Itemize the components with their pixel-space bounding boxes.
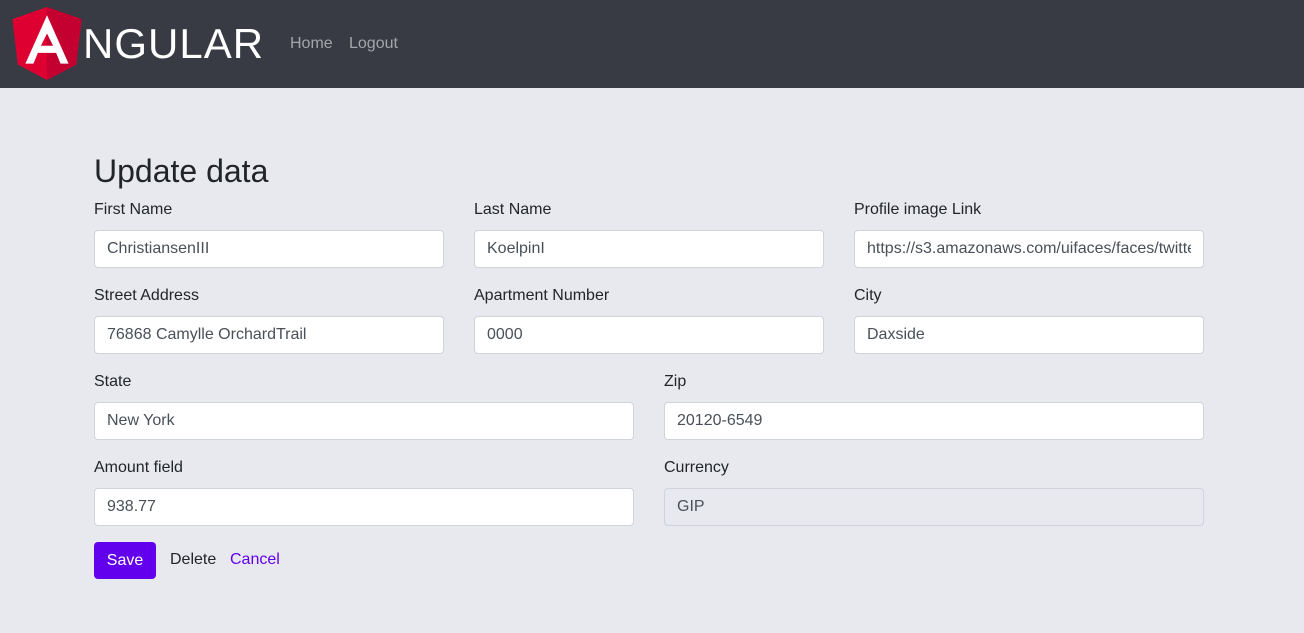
- nav-logout-link[interactable]: Logout: [349, 34, 398, 54]
- delete-button[interactable]: Delete: [170, 550, 216, 570]
- first-name-input[interactable]: [94, 230, 444, 268]
- nav-home-link[interactable]: Home: [290, 34, 333, 54]
- zip-input[interactable]: [664, 402, 1204, 440]
- angular-shield-icon: [12, 7, 82, 80]
- apartment-number-label: Apartment Number: [474, 287, 610, 304]
- zip-label: Zip: [664, 373, 687, 390]
- top-navbar: NGULAR Home Logout: [0, 0, 1304, 88]
- profile-image-input[interactable]: [854, 230, 1204, 268]
- last-name-label: Last Name: [474, 201, 552, 218]
- currency-input[interactable]: [664, 488, 1204, 526]
- amount-input[interactable]: [94, 488, 634, 526]
- profile-image-label: Profile image Link: [854, 201, 982, 218]
- angular-logo[interactable]: NGULAR: [12, 7, 264, 80]
- cancel-link[interactable]: Cancel: [230, 550, 280, 570]
- city-input[interactable]: [854, 316, 1204, 354]
- last-name-input[interactable]: [474, 230, 824, 268]
- state-input[interactable]: [94, 402, 634, 440]
- currency-label: Currency: [664, 459, 729, 476]
- apartment-number-input[interactable]: [474, 316, 824, 354]
- save-button[interactable]: Save: [94, 542, 156, 579]
- city-label: City: [854, 287, 882, 304]
- amount-label: Amount field: [94, 459, 183, 476]
- page-title: Update data: [94, 153, 269, 189]
- angular-wordmark: NGULAR: [83, 19, 265, 67]
- first-name-label: First Name: [94, 201, 173, 218]
- state-label: State: [94, 373, 132, 390]
- street-address-label: Street Address: [94, 287, 199, 304]
- street-address-input[interactable]: [94, 316, 444, 354]
